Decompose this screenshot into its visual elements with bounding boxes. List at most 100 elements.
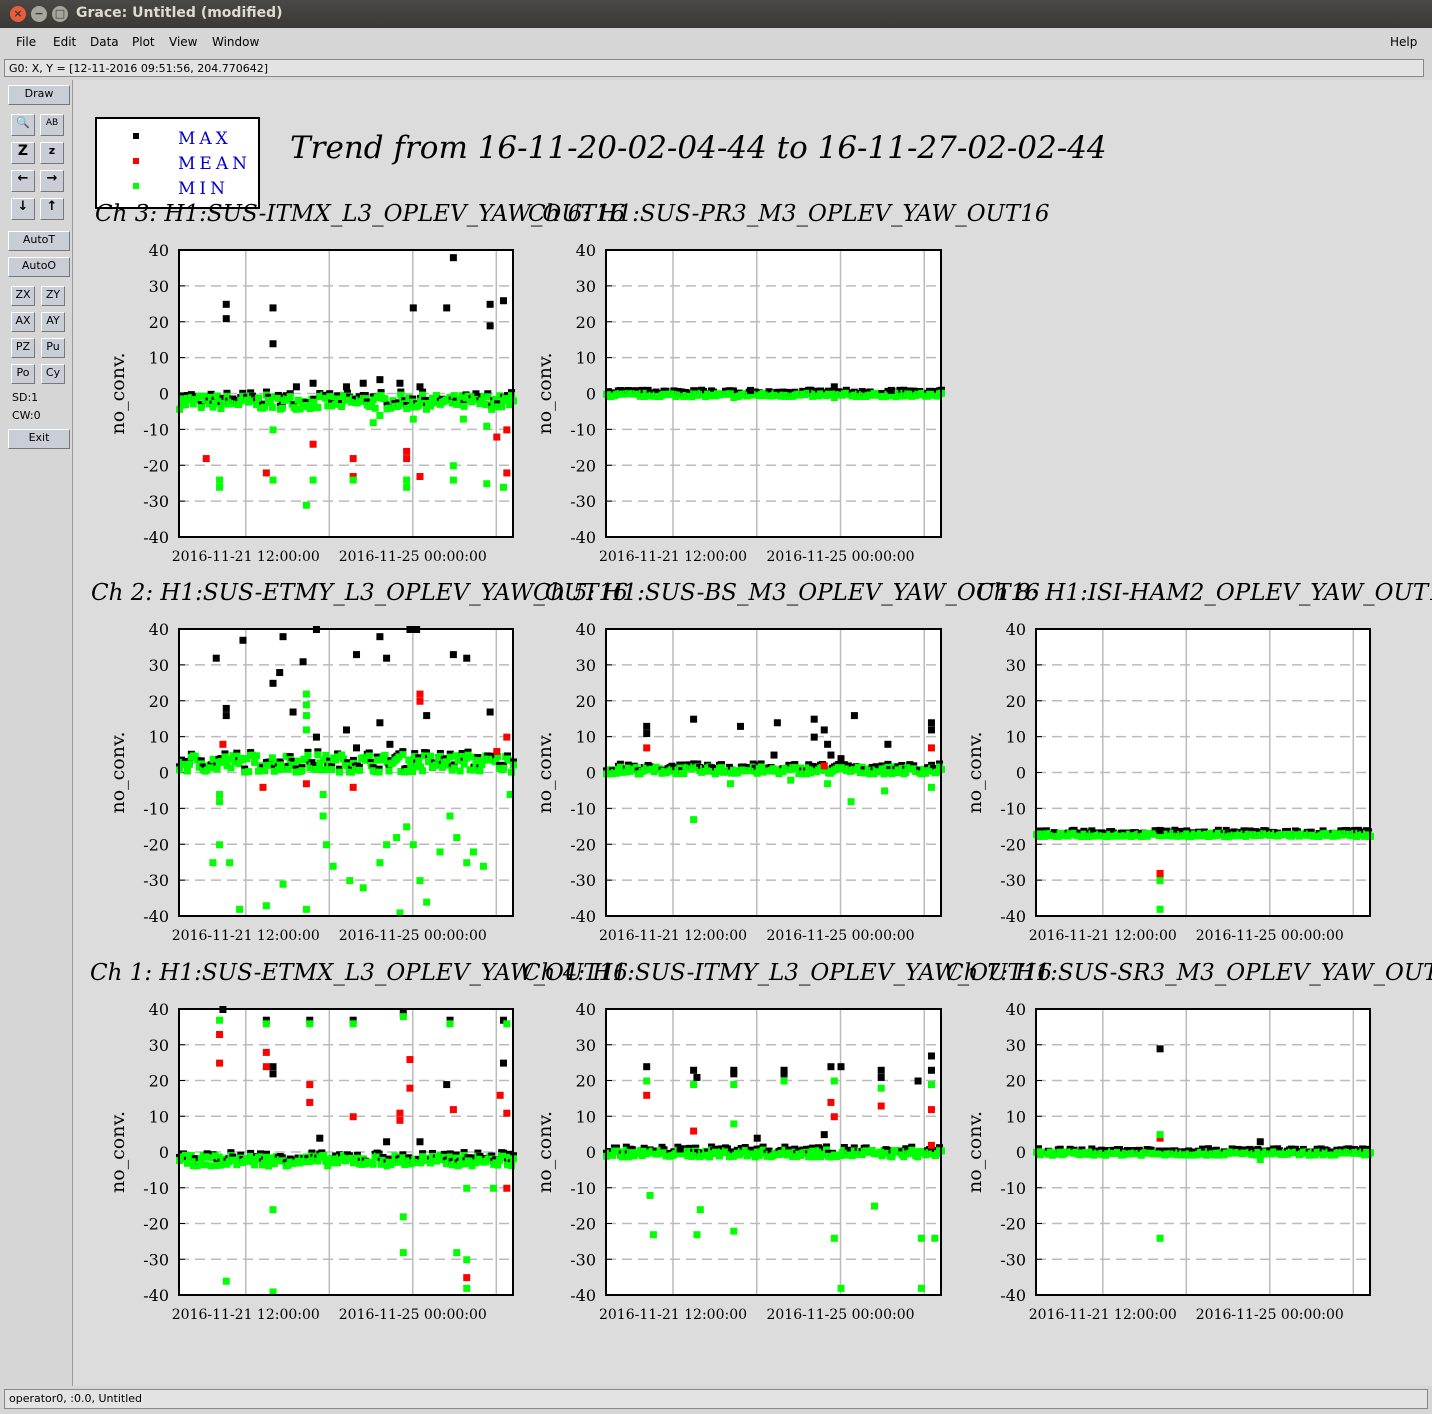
point-mean — [306, 1081, 314, 1089]
menu-view[interactable]: View — [169, 35, 197, 49]
point-max — [376, 633, 384, 641]
pu-button[interactable]: Pu — [41, 338, 65, 358]
point-mean — [262, 1048, 270, 1056]
text-tool-icon[interactable]: AB — [40, 114, 64, 136]
point-min — [787, 776, 795, 784]
zy-button[interactable]: ZY — [41, 286, 65, 306]
point-mean — [643, 1091, 651, 1099]
point-max — [449, 651, 457, 659]
point-min — [262, 1020, 270, 1028]
y-tick-label: 30 — [1006, 1036, 1026, 1055]
point-max — [386, 740, 394, 748]
exit-button[interactable]: Exit — [8, 429, 70, 449]
point-mean — [416, 697, 424, 705]
autot-button[interactable]: AutoT — [8, 231, 70, 251]
y-tick-label: -30 — [570, 1250, 596, 1269]
y-tick-label: 30 — [1006, 656, 1026, 675]
point-min — [302, 726, 310, 734]
menu-plot[interactable]: Plot — [132, 35, 155, 49]
zoom-in-icon[interactable]: Z — [11, 142, 35, 164]
zoom-out-icon[interactable]: z — [40, 142, 64, 164]
pan-up-icon[interactable]: ↑ — [40, 198, 64, 220]
y-tick-label: 10 — [149, 728, 169, 747]
point-max — [383, 654, 391, 662]
y-axis-label: no_conv. — [534, 1111, 556, 1193]
point-max — [312, 733, 320, 741]
point-max — [753, 1134, 761, 1142]
point-min — [302, 501, 310, 509]
point-min — [469, 848, 477, 856]
plot-canvas[interactable]: MAX MEAN MIN Trend from 16-11-20-02-04-4… — [73, 80, 1432, 1386]
menu-help[interactable]: Help — [1390, 35, 1417, 49]
cw-label: CW:0 — [12, 409, 41, 422]
pan-down-icon[interactable]: ↓ — [11, 198, 35, 220]
point-max — [927, 726, 935, 734]
autoo-button[interactable]: AutoO — [8, 257, 70, 277]
point-max — [222, 300, 230, 308]
pz-button[interactable]: PZ — [11, 338, 35, 358]
close-button[interactable]: × — [10, 6, 26, 22]
point-min — [483, 422, 491, 430]
y-axis-label: no_conv. — [534, 352, 556, 434]
zx-button[interactable]: ZX — [11, 286, 35, 306]
point-min — [279, 880, 287, 888]
point-min — [216, 791, 224, 799]
point-min — [453, 834, 461, 842]
point-max — [927, 1066, 935, 1074]
point-min — [416, 877, 424, 885]
menu-window[interactable]: Window — [212, 35, 259, 49]
x-tick-label: 2016-11-25 00:00:00 — [766, 928, 914, 944]
point-min — [780, 1077, 788, 1085]
point-min — [319, 791, 327, 799]
point-max — [486, 322, 494, 330]
point-mean — [927, 1106, 935, 1114]
y-tick-label: -30 — [143, 871, 169, 890]
y-tick-label: 10 — [576, 728, 596, 747]
baseline-min-point — [304, 751, 312, 759]
point-min — [649, 1231, 657, 1239]
maximize-button[interactable]: □ — [52, 6, 68, 22]
y-axis-label: no_conv. — [534, 731, 556, 813]
point-min — [409, 841, 417, 849]
point-mean — [219, 740, 227, 748]
menu-edit[interactable]: Edit — [53, 35, 76, 49]
y-tick-label: 0 — [159, 1143, 169, 1162]
baseline-min-point — [365, 752, 373, 760]
point-max — [877, 1066, 885, 1074]
y-tick-label: 0 — [1016, 764, 1026, 783]
ax-button[interactable]: AX — [11, 312, 35, 332]
minimize-button[interactable]: − — [31, 6, 47, 22]
point-min — [726, 780, 734, 788]
point-max — [449, 254, 457, 262]
x-tick-label: 2016-11-25 00:00:00 — [339, 928, 487, 944]
point-min — [871, 1202, 878, 1210]
baseline-min-point — [476, 767, 484, 775]
magnify-icon[interactable]: 🔍 — [11, 114, 35, 136]
draw-button[interactable]: Draw — [8, 85, 70, 105]
y-tick-label: -10 — [570, 420, 596, 439]
point-min — [399, 1013, 407, 1021]
chart-1: Ch 6: H1:SUS-PR3_M3_OPLEV_YAW_OUT16 40 30 2… — [528, 201, 1050, 565]
y-axis-label: no_conv. — [107, 731, 129, 813]
menu-file[interactable]: File — [16, 35, 36, 49]
point-mean — [216, 1059, 224, 1067]
point-min — [931, 1234, 939, 1242]
point-min — [346, 877, 354, 885]
ay-button[interactable]: AY — [41, 312, 65, 332]
plot-title: Trend from 16-11-20-02-04-44 to 16-11-27… — [290, 130, 1107, 166]
menubar: File Edit Data Plot View Window Help — [0, 28, 1432, 56]
x-tick-label: 2016-11-21 12:00:00 — [1029, 928, 1177, 944]
y-tick-label: 40 — [576, 620, 596, 639]
chart-4: Ch 8: H1:ISI-HAM2_OPLEV_YAW_OUT164030201… — [964, 580, 1432, 944]
menu-data[interactable]: Data — [90, 35, 119, 49]
po-button[interactable]: Po — [11, 364, 35, 384]
pan-right-icon[interactable]: → — [40, 170, 64, 192]
y-tick-label: -10 — [143, 420, 169, 439]
pan-left-icon[interactable]: ← — [11, 170, 35, 192]
plot-svg[interactable]: MAX MEAN MIN Trend from 16-11-20-02-04-4… — [73, 80, 1432, 1386]
status-bar: operator0, :0.0, Untitled — [4, 1389, 1428, 1409]
point-max — [927, 719, 935, 727]
point-max — [824, 740, 832, 748]
cy-button[interactable]: Cy — [41, 364, 65, 384]
y-tick-label: 0 — [1016, 1143, 1026, 1162]
